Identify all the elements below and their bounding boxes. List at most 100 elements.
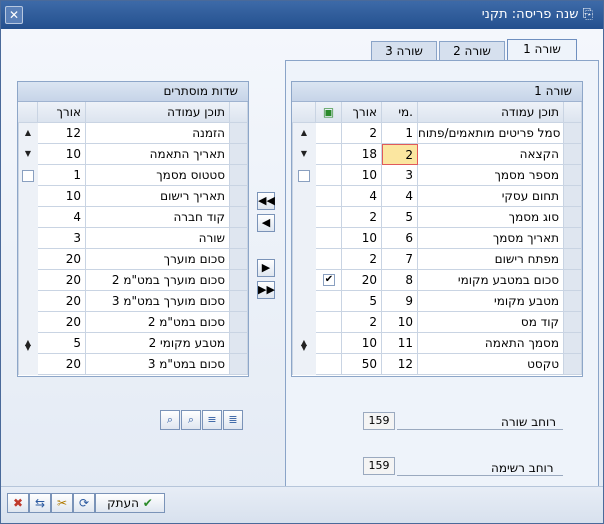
row-grid-header-selector[interactable] [564,102,582,123]
row-selector[interactable] [564,207,582,228]
hidden-content-cell[interactable]: קוד חברה [86,207,230,228]
cut-button[interactable]: ✂ [51,493,73,513]
row-length-cell[interactable]: 5 [342,291,382,312]
row-grid-scroll-down-bottom-icon[interactable]: ▼ [297,342,311,354]
row-grid-header-export[interactable]: ▣ [316,102,342,123]
hidden-length-cell[interactable]: 1 [38,165,86,186]
row-grid-scroll-thumb[interactable] [298,170,310,182]
row-check-cell[interactable] [316,123,342,144]
hidden-length-cell[interactable]: 20 [38,354,86,375]
row-selector[interactable] [564,228,582,249]
hidden-length-cell[interactable]: 12 [38,123,86,144]
row-grid-scroll-up-icon[interactable]: ▲ [297,127,311,139]
row-content-cell[interactable]: הקצאה [418,144,564,165]
move-left-button[interactable]: ◀ [257,214,275,232]
row-length-cell[interactable]: 2 [342,123,382,144]
row-content-cell[interactable]: מספר מסמך [418,165,564,186]
row-check-cell[interactable] [316,186,342,207]
row-check-cell[interactable] [316,144,342,165]
tab-row-2[interactable]: שורה 2 [439,41,505,61]
filter-button[interactable]: ≡ [202,410,222,430]
hidden-length-cell[interactable]: 20 [38,249,86,270]
row-selector[interactable] [564,354,582,375]
hidden-length-cell[interactable]: 20 [38,270,86,291]
row-length-cell[interactable]: 10 [342,333,382,354]
row-check-cell[interactable] [316,207,342,228]
row-pos-cell[interactable]: 1 [382,123,418,144]
row-selector[interactable] [564,249,582,270]
row-pos-cell[interactable]: 10 [382,312,418,333]
hidden-row-selector[interactable] [230,144,248,165]
hidden-content-cell[interactable]: סכום מוערך במט"מ 2 [86,270,230,291]
hidden-row-selector[interactable] [230,333,248,354]
hidden-content-cell[interactable]: מטבע מקומי 2 [86,333,230,354]
hidden-row-selector[interactable] [230,312,248,333]
row-selector[interactable] [564,186,582,207]
row-selector[interactable] [564,312,582,333]
move-all-left-button[interactable]: ◀◀ [257,192,275,210]
row-length-cell[interactable]: 50 [342,354,382,375]
hidden-content-cell[interactable]: סכום מוערך [86,249,230,270]
row-check-cell[interactable] [316,333,342,354]
row-content-cell[interactable]: סכום במטבע מקומי [418,270,564,291]
row-pos-cell[interactable]: 9 [382,291,418,312]
row-length-cell[interactable]: 18 [342,144,382,165]
row-length-cell[interactable]: 4 [342,186,382,207]
hidden-grid-scroll-down-icon[interactable]: ▼ [21,148,35,160]
row-length-cell[interactable]: 2 [342,249,382,270]
row-pos-cell[interactable]: 3 [382,165,418,186]
hidden-content-cell[interactable]: סטטוס מסמך [86,165,230,186]
hidden-content-cell[interactable]: סכום במט"מ 2 [86,312,230,333]
hidden-content-cell[interactable]: סכום במט"מ 3 [86,354,230,375]
hidden-length-cell[interactable]: 3 [38,228,86,249]
hidden-length-cell[interactable]: 4 [38,207,86,228]
row-pos-cell[interactable]: 7 [382,249,418,270]
row-check-cell[interactable] [316,291,342,312]
row-check-cell[interactable] [316,228,342,249]
row-pos-cell[interactable]: 8 [382,270,418,291]
hidden-content-cell[interactable]: שורה [86,228,230,249]
row-pos-cell[interactable]: 12 [382,354,418,375]
hidden-content-cell[interactable]: תאריך רישום [86,186,230,207]
row-selector[interactable] [564,165,582,186]
hidden-row-selector[interactable] [230,354,248,375]
hidden-row-selector[interactable] [230,123,248,144]
hidden-row-selector[interactable] [230,228,248,249]
hidden-row-selector[interactable] [230,207,248,228]
row-check-cell[interactable] [316,165,342,186]
cancel-button[interactable]: ✖ [7,493,29,513]
close-button[interactable]: ✕ [5,6,23,24]
hidden-length-cell[interactable]: 20 [38,291,86,312]
row-selector[interactable] [564,333,582,354]
row-check-cell[interactable] [316,354,342,375]
row-content-cell[interactable]: קוד מס [418,312,564,333]
hidden-row-selector[interactable] [230,270,248,291]
row-length-cell[interactable]: 10 [342,165,382,186]
hidden-content-cell[interactable]: הזמנה [86,123,230,144]
row-pos-cell[interactable]: 4 [382,186,418,207]
row-content-cell[interactable]: מפתח רישום [418,249,564,270]
row-grid-scroll-down-icon[interactable]: ▼ [297,148,311,160]
row-selector[interactable] [564,123,582,144]
transfer-button[interactable]: ⇆ [29,493,51,513]
row-length-cell[interactable]: 2 [342,312,382,333]
row-pos-cell[interactable]: 6 [382,228,418,249]
hidden-grid-scroll-up-icon[interactable]: ▲ [21,127,35,139]
hidden-length-cell[interactable]: 20 [38,312,86,333]
hidden-content-cell[interactable]: תאריך התאמה [86,144,230,165]
row-selector[interactable] [564,291,582,312]
row-checkbox[interactable]: ✔ [323,274,335,286]
row-selector[interactable] [564,270,582,291]
copy-button[interactable]: ✔ העתק [95,493,165,513]
row-pos-cell[interactable]: 5 [382,207,418,228]
row-check-cell[interactable] [316,249,342,270]
row-content-cell[interactable]: מסמך התאמה [418,333,564,354]
row-pos-cell[interactable]: 11 [382,333,418,354]
row-content-cell[interactable]: סמל פריטים מותאמים/פתוח [418,123,564,144]
row-content-cell[interactable]: תחום עסקי [418,186,564,207]
tab-row-1[interactable]: שורה 1 [507,39,577,61]
row-selector[interactable] [564,144,582,165]
row-length-cell[interactable]: 2 [342,207,382,228]
row-content-cell[interactable]: מטבע מקומי [418,291,564,312]
move-right-button[interactable]: ▶ [257,259,275,277]
